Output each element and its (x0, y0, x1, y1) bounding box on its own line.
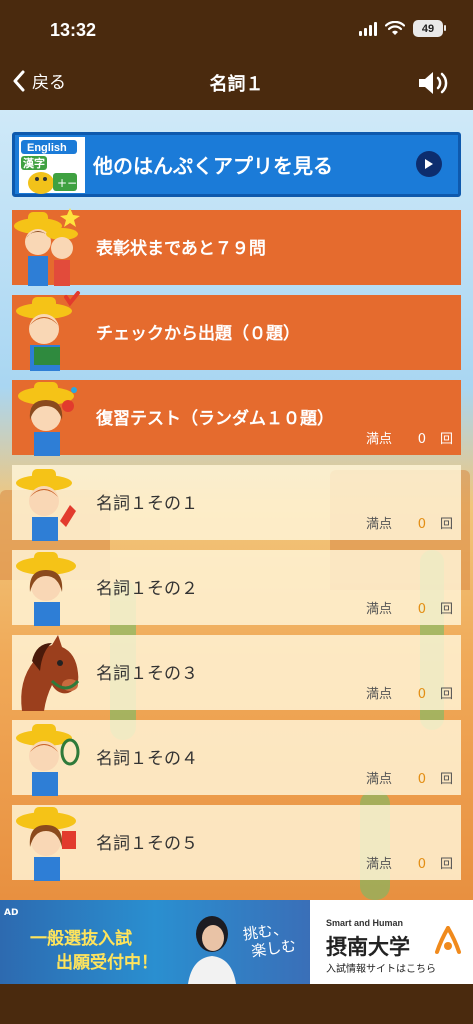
score-unit: 回 (439, 602, 453, 617)
score-value: 0 (417, 687, 426, 702)
status-icons: 49 (359, 20, 446, 37)
perfect-score-count: 満点 0 回 (366, 513, 453, 532)
speaker-icon (419, 72, 448, 94)
menu-list: English 漢字 + − 他のはんぷくアプリを見る 表彰状まであと７９問 チ… (0, 110, 473, 900)
signal-icon (359, 21, 377, 36)
ad-left-panel: AD 一般選抜入試 出願受付中！ 挑む、 楽しむ (0, 900, 310, 984)
perfect-score-count: 満点 0 回 (366, 853, 453, 872)
score-label: 満点 (365, 772, 392, 787)
status-time: 13:32 (50, 20, 97, 40)
score-unit: 回 (439, 687, 453, 702)
score-value: 0 (417, 602, 426, 617)
sound-button[interactable] (417, 70, 451, 100)
badge-kanji: 漢字 (23, 156, 45, 170)
wifi-icon (385, 21, 405, 35)
score-unit: 回 (439, 432, 453, 447)
cowgirl-icon (18, 382, 77, 456)
row-label: 表彰状まであと７９問 (96, 239, 266, 259)
cowboy-icon (16, 469, 76, 541)
row-label: 名詞１その２ (96, 579, 198, 599)
row-label: 名詞１その４ (96, 749, 198, 769)
lesson-row-4[interactable]: 名詞１その４ 満点 0 回 (12, 720, 461, 796)
svg-text:+: + (57, 176, 67, 190)
ad-subtitle: 入試情報サイトはこちら (326, 964, 436, 975)
lesson-row-3[interactable]: 名詞１その３ 満点 0 回 (12, 635, 461, 711)
ad-university-name: 摂南大学 (326, 935, 410, 959)
ad-person-photo (188, 916, 236, 984)
score-value: 0 (417, 517, 426, 532)
ad-right-panel: Smart and Human 摂南大学 入試情報サイトはこちら (312, 900, 473, 984)
ad-subheadline: 出願受付中！ (56, 953, 158, 973)
cowboy-lasso-icon (16, 724, 80, 796)
banner-text: 他のはんぷくアプリを見る (93, 154, 333, 178)
score-unit: 回 (439, 517, 453, 532)
score-unit: 回 (439, 857, 453, 872)
perfect-score-count: 満点 0 回 (366, 768, 453, 787)
score-value: 0 (417, 432, 426, 447)
ad-brand: Smart and Human (326, 918, 404, 928)
row-label: 復習テスト（ランダム１０題） (96, 409, 334, 429)
battery-indicator: 49 (413, 20, 446, 37)
score-label: 満点 (365, 857, 392, 872)
perfect-score-count: 満点 0 回 (366, 428, 453, 447)
lesson-row-2[interactable]: 名詞１その２ 満点 0 回 (12, 550, 461, 626)
lesson-row-5[interactable]: 名詞１その５ 満点 0 回 (12, 805, 461, 881)
ad-headline: 一般選抜入試 (30, 929, 132, 949)
play-icon (416, 151, 442, 177)
cowgirl-icon (16, 552, 76, 626)
bottom-bar (0, 984, 473, 1024)
university-logo-icon (435, 926, 461, 954)
ad-tag: AD (4, 908, 19, 918)
perfect-score-count: 満点 0 回 (366, 598, 453, 617)
row-label: 名詞１その５ (96, 834, 198, 854)
ad-banner[interactable]: AD 一般選抜入試 出願受付中！ 挑む、 楽しむ Smart and Human… (0, 900, 473, 984)
horse-icon (21, 635, 80, 711)
other-apps-banner[interactable]: English 漢字 + − 他のはんぷくアプリを見る (12, 132, 461, 197)
perfect-score-count: 満点 0 回 (366, 683, 453, 702)
award-progress-row[interactable]: 表彰状まであと７９問 (12, 208, 461, 286)
cowboy-girl-and-boy-icon (14, 208, 80, 286)
score-unit: 回 (439, 772, 453, 787)
badge-english: English (27, 142, 67, 154)
row-label: 名詞１その３ (96, 664, 198, 684)
score-value: 0 (417, 772, 426, 787)
ad-motto: 挑む、 楽しむ (242, 919, 298, 962)
row-label: チェックから出題（０題） (96, 324, 300, 344)
score-label: 満点 (365, 432, 392, 447)
check-questions-row[interactable]: チェックから出題（０題） (12, 291, 461, 371)
svg-text:−: − (67, 176, 77, 190)
cowgirl-book-icon (16, 807, 76, 881)
score-value: 0 (417, 857, 426, 872)
row-label: 名詞１その１ (96, 494, 198, 514)
review-test-row[interactable]: 復習テスト（ランダム１０題） 満点 0 回 (12, 380, 461, 456)
page-title: 名詞１ (209, 74, 264, 95)
lesson-row-1[interactable]: 名詞１その１ 満点 0 回 (12, 465, 461, 541)
top-bar: 13:32 49 戻る 名詞１ (0, 0, 473, 110)
score-label: 満点 (365, 687, 392, 702)
score-label: 満点 (365, 602, 392, 617)
score-label: 満点 (365, 517, 392, 532)
cowboy-reading-icon (16, 291, 80, 371)
app-badge-icon: English 漢字 + − (19, 137, 85, 194)
